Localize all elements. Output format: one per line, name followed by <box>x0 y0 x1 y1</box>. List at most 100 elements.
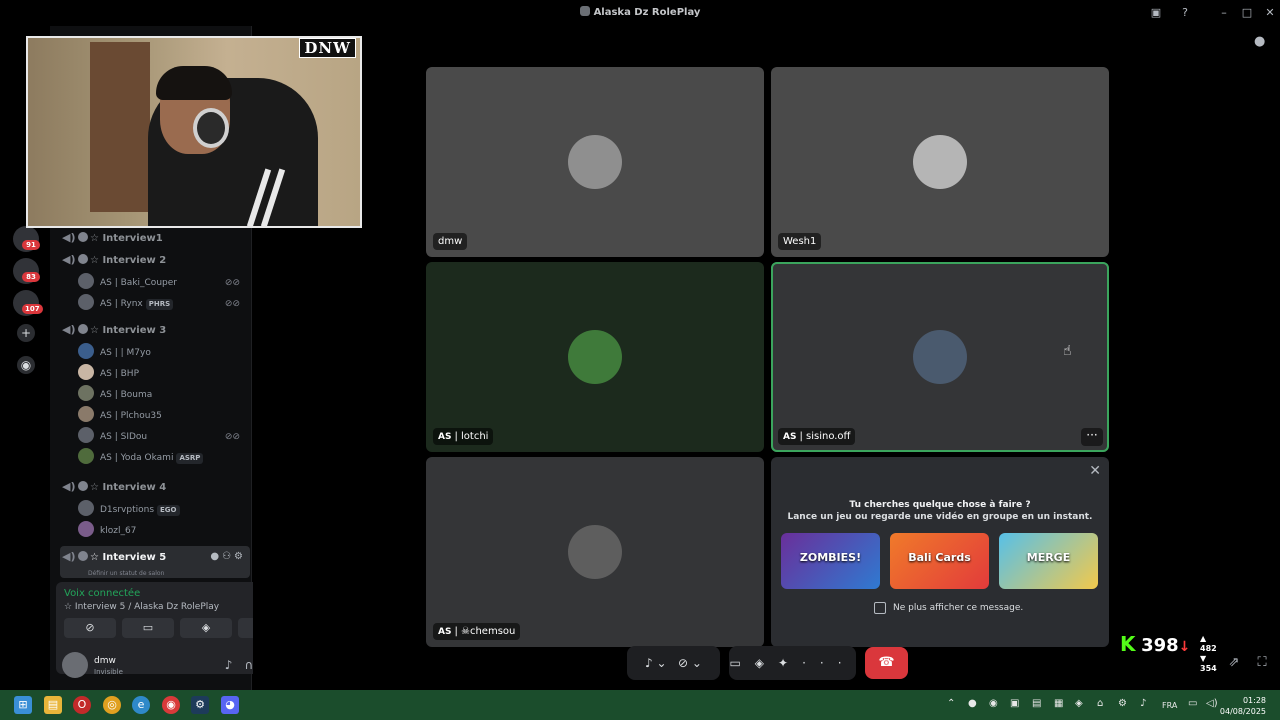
activity-button[interactable]: ◈ <box>180 618 232 638</box>
system-clock[interactable]: 01:28 04/08/2025 <box>1220 695 1266 717</box>
chat-icon[interactable]: ● <box>1254 34 1270 49</box>
channel-actions[interactable]: ●⚇⚙ <box>210 546 246 568</box>
avatar <box>568 525 622 579</box>
help-icon[interactable]: ? <box>1177 5 1193 21</box>
tray-app-icon[interactable]: ⌂ <box>1097 698 1103 709</box>
voice-user[interactable]: AS | Bouma <box>78 385 248 405</box>
viewer-count: 398 <box>1141 635 1179 656</box>
add-server-icon[interactable]: + <box>17 324 35 342</box>
voice-user[interactable]: D1srvptions EGO <box>78 500 248 520</box>
participant-tile[interactable]: dmw <box>426 67 764 257</box>
channel-interview5[interactable]: ◀) ☆ Interview 5 Définir un statut de sal… <box>60 546 250 578</box>
participant-name: AS | sisino.off <box>778 428 856 445</box>
activity-icon[interactable]: ◈ <box>755 656 778 670</box>
minimize-button[interactable]: – <box>1216 5 1232 21</box>
voice-user[interactable]: AS | SIDou ⊘⊘ <box>78 427 248 447</box>
tray-app-icon[interactable]: ◉ <box>989 698 998 709</box>
chevron-down-icon[interactable]: ⌄ <box>692 656 702 670</box>
tray-app-icon[interactable]: ◈ <box>1075 698 1083 709</box>
network-icon[interactable]: ▭ <box>1188 698 1197 709</box>
speaker-icon: ◀) <box>62 480 76 493</box>
voice-user[interactable]: AS | Baki_Couper ⊘⊘ <box>78 273 248 293</box>
screen-share-icon[interactable]: ▭ <box>729 656 754 670</box>
avatar <box>78 385 94 401</box>
voice-status[interactable]: Voix connectée <box>64 588 140 599</box>
avatar <box>78 294 94 310</box>
headphones-icon <box>193 108 229 148</box>
clan-tag: PHRS <box>145 299 174 310</box>
activity-prompt: Tu cherches quelque chose à faire ? <box>849 500 1031 510</box>
tray-app-icon[interactable]: ⚙ <box>1118 698 1127 709</box>
server-badge: 91 <box>22 240 40 250</box>
dont-show-checkbox[interactable] <box>874 602 886 614</box>
avatar <box>78 343 94 359</box>
window-title: Alaska Dz RolePlay <box>0 6 1280 18</box>
windows-taskbar: ⊞ ▤ O ◎ e ◉ ⚙ ◕ ⌃ ● ◉ ▣ ▤ ▦ ◈ ⌂ ⚙ ♪ FRA … <box>0 690 1280 720</box>
microphone-icon[interactable]: ♪ <box>645 656 653 670</box>
channel-interview1[interactable]: ◀) ☆ Interview1 <box>60 227 250 249</box>
voice-user[interactable]: AS | Yoda Okami ASRP <box>78 448 248 468</box>
participant-name: Wesh1 <box>778 233 822 250</box>
language-indicator[interactable]: FRA <box>1162 701 1177 710</box>
status-icon <box>78 232 88 242</box>
activity-subtext: Lance un jeu ou regarde une vidéo en gro… <box>787 512 1093 522</box>
participant-tile[interactable]: AS | ☠chemsou <box>426 457 764 647</box>
voice-location[interactable]: ☆ Interview 5 / Alaska Dz RolePlay <box>64 602 219 612</box>
kick-icon: K <box>1120 632 1136 656</box>
tray-app-icon[interactable]: ▦ <box>1054 698 1063 709</box>
camera-off-icon[interactable]: ⊘ <box>678 656 688 670</box>
activity-game-cards[interactable]: Bali Cards <box>890 533 989 589</box>
avatar <box>568 330 622 384</box>
windows-start-icon[interactable]: ⊞ <box>14 696 32 714</box>
browser-icon[interactable]: ◉ <box>162 696 180 714</box>
screen-share-button[interactable]: ▭ <box>122 618 174 638</box>
popout-icon[interactable]: ⇗ <box>1226 655 1242 671</box>
participant-tile[interactable]: AS | lotchi <box>426 262 764 452</box>
more-options-button[interactable]: ··· <box>1081 428 1103 446</box>
activity-game-merge[interactable]: MERGE <box>999 533 1098 589</box>
voice-user[interactable]: AS | | M7yo <box>78 343 248 363</box>
inbox-icon[interactable]: ▣ <box>1148 5 1164 21</box>
maximize-button[interactable]: □ <box>1239 5 1255 21</box>
explore-icon[interactable]: ◉ <box>17 356 35 374</box>
activity-game-zombies[interactable]: ZOMBIES! <box>781 533 880 589</box>
more-icon[interactable]: ··· <box>802 656 855 670</box>
channel-interview3[interactable]: ◀) ☆ Interview 3 <box>60 319 250 341</box>
call-stage <box>253 26 1280 690</box>
camera-toggle-button[interactable]: ⊘ <box>64 618 116 638</box>
speaker-icon: ◀) <box>62 231 76 244</box>
status-icon <box>78 481 88 491</box>
close-icon[interactable]: ✕ <box>1089 463 1101 479</box>
tray-app-icon[interactable]: ▣ <box>1010 698 1019 709</box>
speaker-icon: ◀) <box>62 323 76 336</box>
tray-chevron-icon[interactable]: ⌃ <box>947 698 955 709</box>
username: dmw <box>94 656 116 666</box>
microphone-icon[interactable]: ♪ <box>1140 698 1146 709</box>
channel-interview4[interactable]: ◀) ☆ Interview 4 <box>60 476 250 498</box>
avatar[interactable] <box>62 652 88 678</box>
file-explorer-icon[interactable]: ▤ <box>44 696 62 714</box>
opera-icon[interactable]: O <box>73 696 91 714</box>
speaker-icon: ◀) <box>62 253 76 266</box>
fullscreen-icon[interactable]: ⛶ <box>1254 655 1270 671</box>
close-window-button[interactable]: ✕ <box>1262 5 1278 21</box>
channel-interview2[interactable]: ◀) ☆ Interview 2 <box>60 249 250 271</box>
participant-tile-speaking[interactable]: AS | sisino.off ··· <box>771 262 1109 452</box>
volume-icon[interactable]: ◁) <box>1206 698 1218 709</box>
voice-user[interactable]: klozl_67 <box>78 521 248 541</box>
voice-user[interactable]: AS | BHP <box>78 364 248 384</box>
steam-icon[interactable]: ⚙ <box>191 696 209 714</box>
tray-app-icon[interactable]: ● <box>968 698 977 709</box>
edge-icon[interactable]: e <box>132 696 150 714</box>
chevron-down-icon[interactable]: ⌄ <box>657 656 667 670</box>
down-arrow-icon: ↓ <box>1178 639 1191 655</box>
status-icon <box>78 324 88 334</box>
voice-user[interactable]: AS | Plchou35 <box>78 406 248 426</box>
tray-app-icon[interactable]: ▤ <box>1032 698 1041 709</box>
chrome-icon[interactable]: ◎ <box>103 696 121 714</box>
voice-user[interactable]: AS | Rynx PHRS ⊘⊘ <box>78 294 248 314</box>
disconnect-button[interactable]: ☎ <box>865 647 908 679</box>
participant-tile[interactable]: Wesh1 <box>771 67 1109 257</box>
soundboard-icon[interactable]: ✦ <box>778 656 802 670</box>
discord-icon[interactable]: ◕ <box>221 696 239 714</box>
